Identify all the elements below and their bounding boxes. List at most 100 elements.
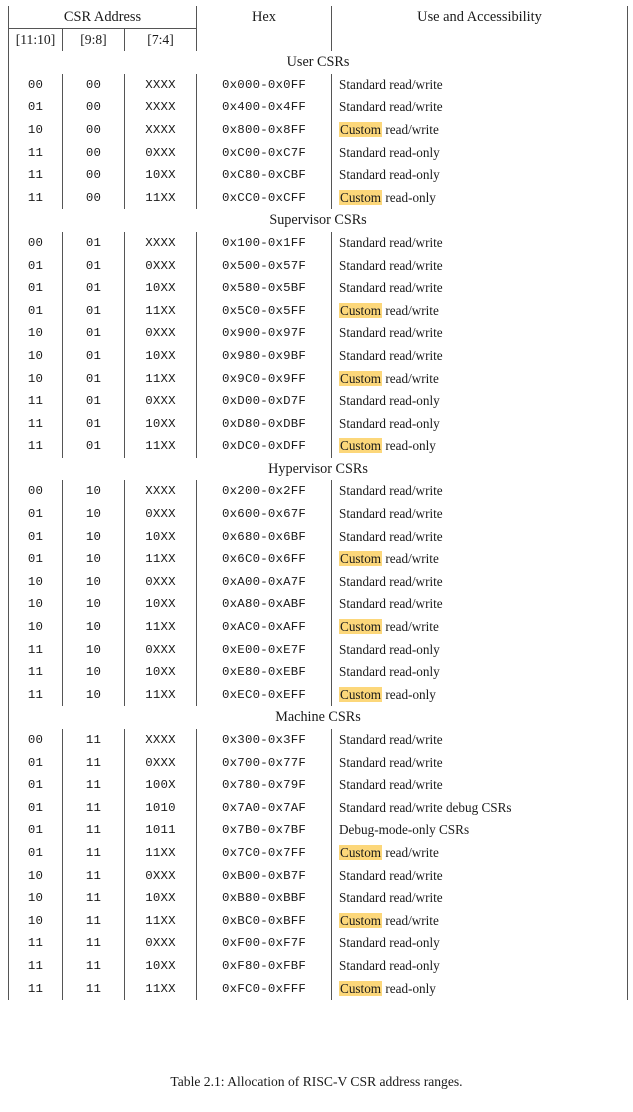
cell-bits-11-10: 10 [8,864,63,888]
cell-use-accessibility: Standard read/write [331,593,629,617]
cell-bits-7-4: 0XXX [123,322,197,345]
cell-bits-11-10: 01 [8,751,63,775]
header-use-spacer [331,28,629,52]
csr-address-table: CSR Address Hex Use and Accessibility [11:1… [7,6,629,1001]
cell-use-accessibility: Standard read/write [331,525,629,549]
cell-use-accessibility: Standard read/write [331,322,629,345]
cell-bits-9-8: 01 [62,344,125,368]
table-row: 01 10 0XXX 0x600-0x67F Standard read/write [8,503,629,526]
cell-use-text: Standard read/write [339,483,443,499]
cell-bits-11-10: 01 [8,254,63,278]
cell-hex-range: 0x680-0x6BF [196,525,332,549]
cell-hex-range: 0xCC0-0xCFF [196,186,332,210]
cell-bits-9-8: 00 [62,186,125,210]
cell-bits-9-8: 10 [62,616,125,639]
table-header-row-top: CSR Address Hex Use and Accessibility [7,6,629,29]
cell-use-text: read/write [382,619,439,635]
cell-bits-11-10: 10 [8,887,63,910]
table-row: 11 00 0XXX 0xC00-0xC7F Standard read-only [8,141,629,165]
custom-highlight: Custom [339,438,383,454]
cell-hex-range: 0x000-0x0FF [196,73,332,97]
cell-use-accessibility: Custom read-only [331,186,629,210]
cell-use-text: read/write [382,551,439,567]
cell-use-text: read/write [382,121,439,137]
cell-bits-9-8: 11 [62,774,125,797]
cell-bits-7-4: 11XX [123,299,197,323]
cell-use-text: Standard read/write [339,754,443,770]
cell-bits-7-4: 1010 [123,796,197,820]
cell-bits-7-4: XXXX [123,73,197,97]
cell-use-text: read/write [382,302,439,318]
cell-use-text: Standard read/write [339,596,443,612]
table-row: 10 00 XXXX 0x800-0x8FF Custom read/write [8,118,629,142]
cell-bits-7-4: 11XX [123,548,197,571]
table-row: 10 10 0XXX 0xA00-0xA7F Standard read/write [8,570,629,594]
cell-bits-11-10: 00 [8,480,63,504]
cell-hex-range: 0x600-0x67F [196,503,332,526]
header-hex-spacer [197,29,332,52]
table-row: 01 01 10XX 0x580-0x5BF Standard read/write [8,277,629,300]
cell-bits-9-8: 00 [62,141,125,165]
cell-use-text: Debug-mode-only CSRs [339,822,470,838]
cell-bits-11-10: 11 [8,954,63,978]
cell-bits-9-8: 01 [62,254,125,278]
table-row: 01 11 0XXX 0x700-0x77F Standard read/write [8,751,629,775]
cell-bits-7-4: XXXX [123,480,197,504]
cell-use-accessibility: Standard read/write [331,887,629,910]
cell-use-accessibility: Standard read/write [331,277,629,300]
cell-use-text: read/write [382,844,439,860]
cell-bits-9-8: 10 [62,548,125,571]
cell-use-text: Standard read/write [339,890,443,906]
cell-bits-11-10: 01 [8,503,63,526]
cell-bits-7-4: 10XX [123,412,197,436]
cell-bits-7-4: 10XX [123,344,197,368]
cell-hex-range: 0xA80-0xABF [196,593,332,617]
cell-bits-7-4: 10XX [123,954,197,978]
cell-bits-7-4: 10XX [123,887,197,910]
table-row: 01 11 11XX 0x7C0-0x7FF Custom read/write [8,841,629,865]
cell-hex-range: 0x980-0x9BF [196,344,332,368]
cell-bits-9-8: 00 [62,118,125,142]
cell-hex-range: 0x700-0x77F [196,751,332,775]
cell-bits-11-10: 10 [8,909,63,933]
cell-use-text: Standard read/write [339,257,443,273]
cell-bits-9-8: 11 [62,841,125,865]
page: CSR Address Hex Use and Accessibility [11:1… [0,0,633,1112]
cell-use-accessibility: Custom read-only [331,435,629,458]
cell-bits-11-10: 01 [8,774,63,797]
header-use-accessibility: Use and Accessibility [331,6,629,29]
cell-bits-11-10: 11 [8,683,63,707]
cell-use-text: Standard read-only [339,957,440,973]
cell-bits-7-4: 0XXX [123,570,197,594]
table-row: 11 01 10XX 0xD80-0xDBF Standard read-only [8,412,629,436]
cell-use-text: read-only [382,686,436,702]
cell-bits-9-8: 01 [62,367,125,391]
cell-bits-11-10: 11 [8,141,63,165]
cell-use-text: Standard read/write [339,76,443,92]
cell-hex-range: 0x7C0-0x7FF [196,841,332,865]
cell-bits-9-8: 10 [62,480,125,504]
table-header-row-bits: [11:10] [9:8] [7:4] [8,28,629,52]
cell-bits-9-8: 10 [62,683,125,707]
cell-hex-range: 0x5C0-0x5FF [196,299,332,323]
cell-use-text: Standard read/write [339,867,443,883]
cell-bits-7-4: 0XXX [123,390,197,413]
custom-highlight: Custom [339,686,383,702]
cell-bits-11-10: 11 [8,435,63,458]
cell-use-accessibility: Standard read/write [331,729,629,752]
cell-bits-11-10: 00 [8,729,63,752]
cell-bits-7-4: 11XX [123,683,197,707]
cell-use-text: Standard read-only [339,393,440,409]
cell-bits-11-10: 10 [8,118,63,142]
cell-bits-7-4: 1011 [123,819,197,842]
cell-bits-11-10: 01 [8,299,63,323]
header-hex: Hex [196,6,332,29]
table-caption: Table 2.1: Allocation of RISC-V CSR addr… [0,1074,633,1090]
cell-use-accessibility: Standard read/write [331,231,629,255]
cell-bits-9-8: 01 [62,322,125,345]
section-header-row: Supervisor CSRs [7,209,629,232]
cell-use-accessibility: Standard read-only [331,412,629,436]
cell-bits-11-10: 10 [8,616,63,639]
cell-use-accessibility: Debug-mode-only CSRs [331,819,629,842]
cell-bits-7-4: 10XX [123,661,197,684]
